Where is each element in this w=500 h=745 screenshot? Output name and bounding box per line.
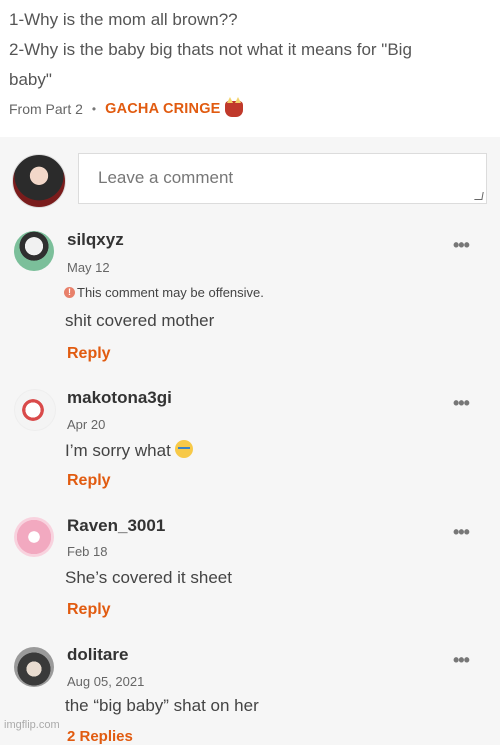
comment-username[interactable]: Raven_3001 xyxy=(67,516,165,536)
avatar[interactable] xyxy=(14,389,56,431)
avatar[interactable] xyxy=(14,231,54,271)
reply-button[interactable]: Reply xyxy=(67,345,111,363)
tag-link[interactable]: GACHA CRINGE xyxy=(105,101,220,117)
watermark: imgflip.com xyxy=(4,719,60,731)
comment-text: shit covered mother xyxy=(65,311,215,330)
offensive-warning: ! This comment may be offensive. xyxy=(64,285,264,300)
current-user-avatar xyxy=(12,154,66,208)
from-part-link[interactable]: From Part 2 xyxy=(9,101,83,117)
avatar[interactable] xyxy=(14,517,54,557)
crying-face-icon xyxy=(174,440,193,458)
question-1-text: 1-Why is the mom all brown?? xyxy=(9,10,238,29)
resize-handle-icon[interactable] xyxy=(474,192,484,200)
warning-icon: ! xyxy=(64,287,75,298)
comment-placeholder: Leave a comment xyxy=(98,168,234,187)
comment-text: I’m sorry what xyxy=(65,440,193,461)
oni-mask-icon xyxy=(224,97,243,117)
question-2-continued-text: baby" xyxy=(9,70,52,89)
more-options-icon[interactable]: ••• xyxy=(453,393,470,414)
comment-text-content: I’m sorry what xyxy=(65,441,171,460)
comment-text: the “big baby” shat on her xyxy=(65,696,259,715)
separator-dot: • xyxy=(91,102,97,116)
comment-username[interactable]: makotona3gi xyxy=(67,388,172,408)
more-options-icon[interactable]: ••• xyxy=(453,650,470,671)
more-options-icon[interactable]: ••• xyxy=(453,522,470,543)
view-replies-button[interactable]: 2 Replies xyxy=(67,728,133,745)
post-description: 1-Why is the mom all brown?? 2-Why is th… xyxy=(0,0,500,137)
comment-date: Apr 20 xyxy=(67,417,106,432)
comment-input[interactable]: Leave a comment xyxy=(78,153,487,204)
reply-button[interactable]: Reply xyxy=(67,601,111,619)
comment-date: May 12 xyxy=(67,260,110,275)
avatar[interactable] xyxy=(14,647,54,687)
reply-button[interactable]: Reply xyxy=(67,472,111,490)
comment-username[interactable]: silqxyz xyxy=(67,230,124,250)
offensive-warning-text: This comment may be offensive. xyxy=(77,285,264,300)
comment-date: Feb 18 xyxy=(67,544,108,559)
more-options-icon[interactable]: ••• xyxy=(453,235,470,256)
question-2-text: 2-Why is the baby big thats not what it … xyxy=(9,40,412,59)
comment-text: She’s covered it sheet xyxy=(65,568,232,587)
comment-date: Aug 05, 2021 xyxy=(67,674,145,689)
source-line: From Part 2 • GACHA CRINGE xyxy=(9,97,243,117)
comment-username[interactable]: dolitare xyxy=(67,645,128,665)
